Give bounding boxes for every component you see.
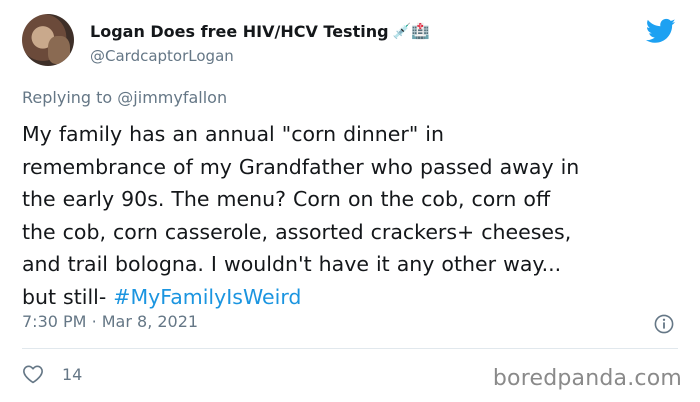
divider xyxy=(22,348,678,349)
tweet-body: My family has an annual "corn dinner" in… xyxy=(22,118,682,313)
author-name-row[interactable]: Logan Does free HIV/HCV Testing 💉🏥 xyxy=(90,22,430,41)
tweet-line: remembrance of my Grandfather who passed… xyxy=(22,154,580,179)
reply-prefix: Replying to xyxy=(22,88,113,107)
reply-context: Replying to @jimmyfallon xyxy=(22,88,227,107)
tweet-line: My family has an annual "corn dinner" in xyxy=(22,122,444,146)
avatar[interactable] xyxy=(22,14,74,66)
tweet-date[interactable]: Mar 8, 2021 xyxy=(102,312,198,331)
tweet-line: the early 90s. The menu? Corn on the cob… xyxy=(22,187,551,211)
reply-mention-link[interactable]: @jimmyfallon xyxy=(117,88,227,107)
boredpanda-watermark: boredpanda.com xyxy=(492,366,682,391)
tweet-time[interactable]: 7:30 PM xyxy=(22,312,86,331)
avatar-plush-toy xyxy=(48,36,70,64)
meta-separator: · xyxy=(91,312,97,331)
heart-icon[interactable] xyxy=(22,364,44,384)
like-count: 14 xyxy=(62,364,83,384)
tweet-line: and trail bologna. I wouldn't have it an… xyxy=(22,252,562,276)
like-action[interactable]: 14 xyxy=(22,364,82,384)
tweet-timestamp[interactable]: 7:30 PM · Mar 8, 2021 xyxy=(22,312,198,331)
tweet-line: but still- xyxy=(22,284,107,309)
author-emoji: 💉🏥 xyxy=(392,22,430,40)
info-icon[interactable] xyxy=(654,314,674,334)
tweet-line: the cob, corn casserole, assorted cracke… xyxy=(22,219,572,244)
author-display-name[interactable]: Logan Does free HIV/HCV Testing xyxy=(90,22,389,41)
author-handle[interactable]: @CardcaptorLogan xyxy=(90,47,234,65)
twitter-bird-icon[interactable] xyxy=(644,16,678,46)
tweet-last-line: but still- #MyFamilyIsWeird xyxy=(22,281,682,314)
hashtag-link[interactable]: #MyFamilyIsWeird xyxy=(113,285,301,309)
